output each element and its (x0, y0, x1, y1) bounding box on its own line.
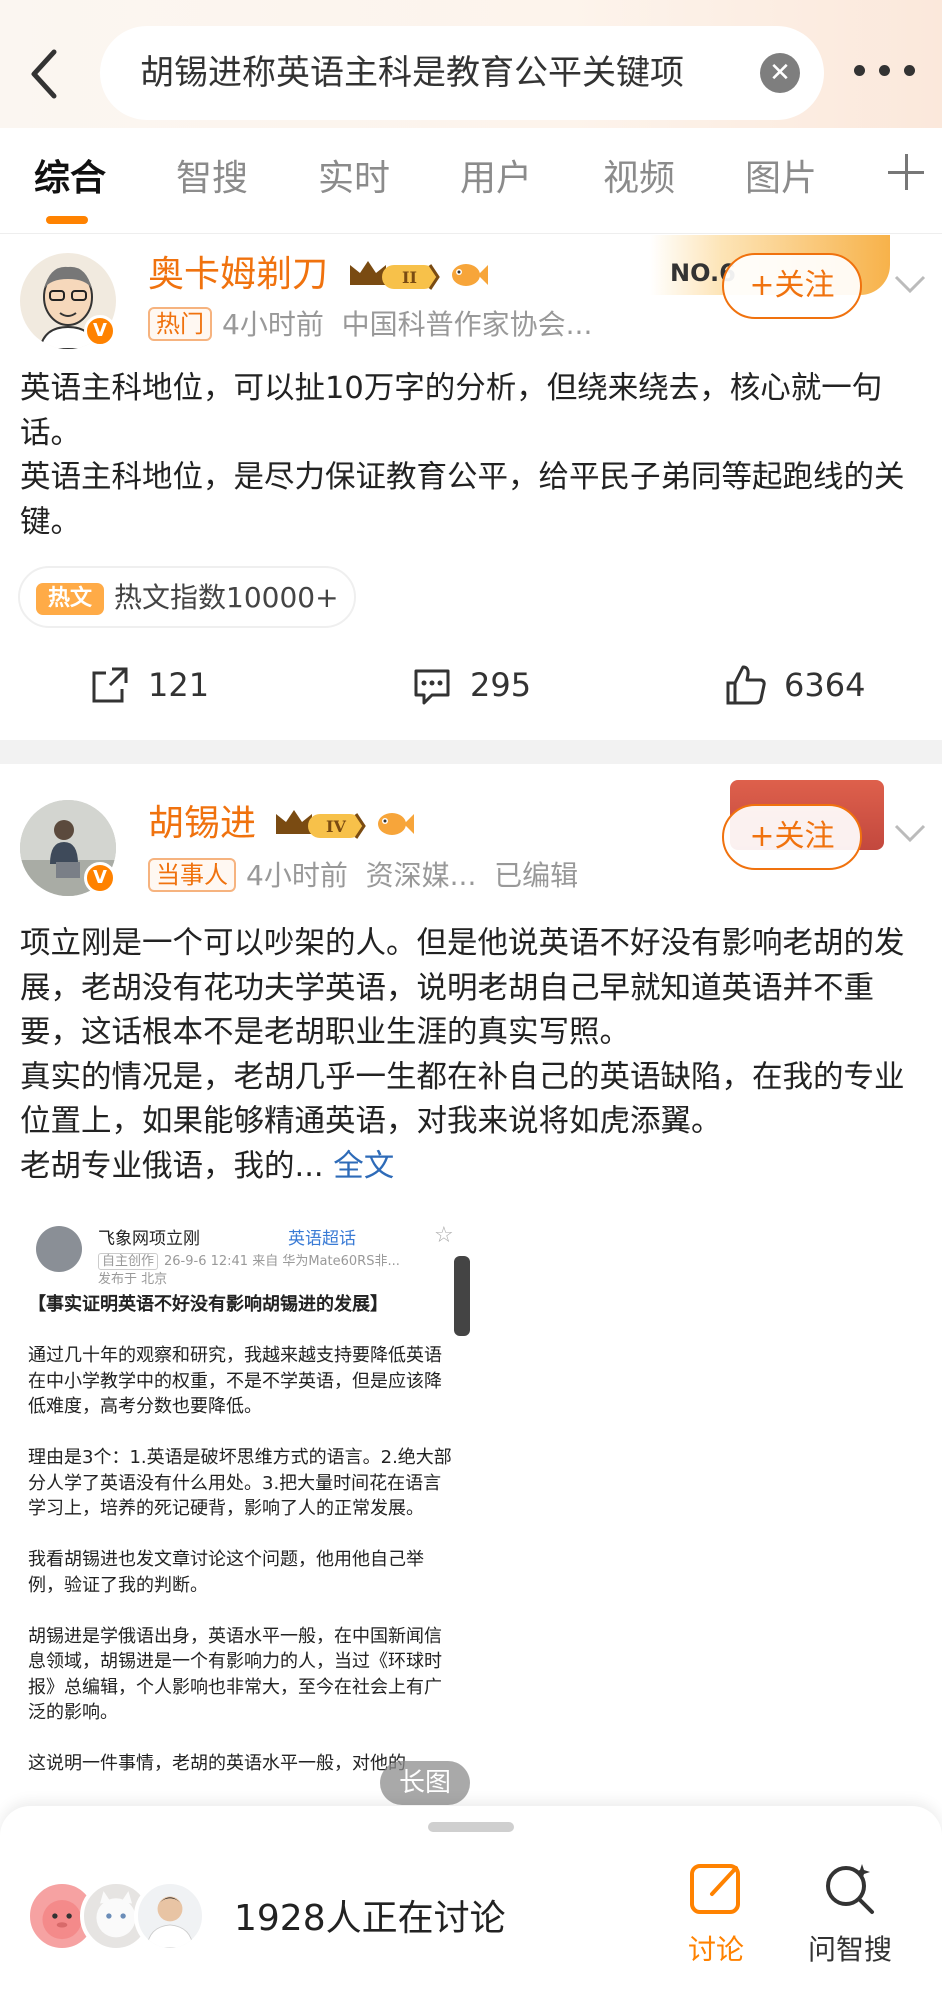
embed-paragraph: 理由是3个：1.英语是破坏思维方式的语言。2.绝大部分人学了英语没有什么用处。3… (28, 1447, 452, 1519)
tab-realtime[interactable]: 实时 (318, 154, 390, 204)
clear-icon[interactable]: ✕ (760, 53, 800, 93)
vip-crown-icon: IV (272, 804, 368, 844)
tab-smart-search[interactable]: 智搜 (176, 154, 248, 204)
embed-topic: 英语超话 (288, 1229, 356, 1249)
vip-crown-icon: II (346, 255, 442, 295)
hot-article-icon: 热文 (36, 583, 104, 615)
embed-paragraph: 我看胡锡进也发文章讨论这个问题，他用他自己举例，验证了我的判断。 (28, 1549, 424, 1596)
top-search-bar: 胡锡进称英语主科是教育公平关键项 ✕ (0, 0, 942, 128)
edit-icon (690, 1864, 740, 1914)
post-source: 资深媒... (365, 859, 477, 892)
comment-icon (414, 669, 450, 705)
ask-label: 问智搜 (807, 1933, 892, 1966)
like-count: 6364 (784, 666, 866, 704)
post-divider (0, 740, 942, 764)
fish-badge-icon (374, 808, 414, 840)
post-time: 4小时前 (222, 308, 324, 341)
star-icon: ☆ (434, 1223, 454, 1248)
discuss-button[interactable]: 讨论 (666, 1858, 766, 1978)
post-text[interactable]: 英语主科地位，可以扯10万字的分析，但绕来绕去，核心就一句话。 英语主科地位，是… (20, 367, 922, 545)
post-body: 项立刚是一个可以吵架的人。但是他说英语不好没有影响老胡的发展，老胡没有花功夫学英… (20, 926, 905, 1184)
ask-smart-search-button[interactable]: 问智搜 (800, 1858, 900, 1978)
back-icon[interactable] (20, 44, 70, 104)
tab-video[interactable]: 视频 (603, 154, 675, 204)
author-name[interactable]: 奥卡姆剃刀 (148, 251, 328, 299)
post-source: 中国科普作家协会... (341, 308, 593, 341)
tab-images[interactable]: 图片 (745, 154, 817, 204)
chevron-down-icon[interactable] (892, 265, 928, 301)
search-tabs: 综合 智搜 实时 用户 视频 图片 (0, 128, 942, 234)
repost-icon (92, 667, 128, 703)
hot-article-pill[interactable]: 热文 热文指数10000+ (18, 566, 356, 628)
post-actions: 121 295 6364 (0, 655, 942, 715)
comment-button[interactable]: 295 (410, 663, 540, 707)
post-time: 4小时前 (246, 859, 348, 892)
add-tab-icon[interactable] (886, 152, 926, 192)
hot-article-label: 热文指数10000+ (114, 581, 339, 614)
embed-author: 飞象网项立刚 (98, 1229, 200, 1249)
vip-level: II (402, 268, 417, 287)
embed-meta: 自主创作 26-9-6 12:41 来自 华为Mate60RS非... (98, 1250, 400, 1270)
follow-button[interactable]: +关注 (722, 253, 862, 319)
search-query[interactable]: 胡锡进称英语主科是教育公平关键项 (140, 50, 730, 96)
post-meta: 当事人 4小时前 资深媒... 已编辑 (148, 856, 578, 896)
vip-level: IV (326, 817, 346, 836)
embed-avatar (36, 1226, 82, 1272)
full-text-link[interactable]: 全文 (333, 1149, 394, 1184)
like-icon (726, 665, 766, 705)
embed-meta-text: 26-9-6 12:41 来自 华为Mate60RS非... (164, 1254, 400, 1269)
post-image[interactable]: 飞象网项立刚 英语超话 自主创作 26-9-6 12:41 来自 华为Mate60… (20, 1212, 470, 1802)
hot-tag: 热门 (148, 307, 212, 341)
fish-badge-icon (448, 259, 488, 291)
embed-body: 【事实证明英语不好没有影响胡锡进的发展】 通过几十年的观察和研究，我越来越支持要… (28, 1292, 458, 1802)
tab-active-indicator (46, 216, 88, 224)
post-card: V 奥卡姆剃刀 II NO.6 +关注 热门 4小时前 中国科普作家协会... 英… (0, 235, 942, 740)
follow-button[interactable]: +关注 (722, 804, 862, 870)
chevron-down-icon[interactable] (892, 814, 928, 850)
party-tag: 当事人 (148, 858, 236, 892)
long-image-badge: 长图 (380, 1761, 470, 1805)
author-name[interactable]: 胡锡进 (148, 800, 256, 848)
verified-badge-icon: V (84, 862, 116, 894)
post-card: V 胡锡进 IV +关注 当事人 4小时前 资深媒... 已编辑 项立刚是一个可以… (0, 764, 942, 1806)
smart-search-icon (826, 1864, 874, 1914)
comment-count: 295 (470, 666, 532, 704)
like-button[interactable]: 6364 (724, 663, 874, 707)
tab-comprehensive[interactable]: 综合 (34, 154, 106, 204)
more-icon[interactable] (850, 50, 920, 90)
post-text[interactable]: 项立刚是一个可以吵架的人。但是他说英语不好没有影响老胡的发展，老胡没有花功夫学英… (20, 922, 922, 1189)
search-input[interactable]: 胡锡进称英语主科是教育公平关键项 ✕ (100, 26, 824, 120)
repost-button[interactable]: 121 (88, 663, 218, 707)
embed-paragraph: 胡锡进是学俄语出身，英语水平一般，在中国新闻信息领域，胡锡进是一个有影响力的人，… (28, 1625, 442, 1724)
embed-title: 【事实证明英语不好没有影响胡锡进的发展】 (28, 1294, 388, 1315)
avatar (134, 1880, 206, 1952)
post-meta: 热门 4小时前 中国科普作家协会... (148, 305, 592, 345)
tab-users[interactable]: 用户 (460, 154, 532, 204)
verified-badge-icon: V (84, 315, 116, 347)
drag-handle[interactable] (428, 1822, 514, 1832)
repost-count: 121 (148, 666, 210, 704)
discussion-bar: 1928人正在讨论 讨论 问智搜 (0, 1806, 942, 2004)
embed-paragraph: 通过几十年的观察和研究，我越来越支持要降低英语在中小学教学中的权重，不是不学英语… (28, 1345, 442, 1417)
discussion-count[interactable]: 1928人正在讨论 (234, 1894, 506, 1944)
embed-location: 发布于 北京 (98, 1272, 168, 1287)
edited-label: 已编辑 (494, 859, 579, 892)
discuss-label: 讨论 (687, 1933, 744, 1966)
